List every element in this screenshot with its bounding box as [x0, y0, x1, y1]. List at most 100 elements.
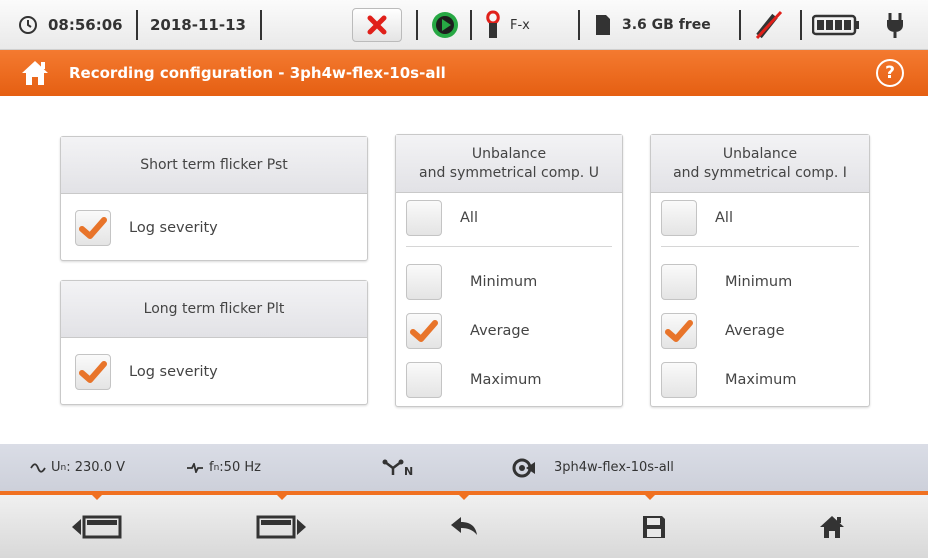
- previous-screen-button[interactable]: [36, 495, 156, 558]
- help-button[interactable]: ?: [876, 59, 904, 87]
- clamp-icon: [484, 0, 502, 50]
- checkbox-label: All: [715, 210, 733, 226]
- page-title: Recording configuration - 3ph4w-flex-10s…: [69, 64, 446, 82]
- separator: [739, 10, 741, 40]
- checkbox-label: Log severity: [129, 220, 218, 236]
- config-name: 3ph4w-flex-10s-all: [554, 460, 674, 475]
- panel-title-line2: and symmetrical comp. U: [419, 164, 599, 181]
- option-row[interactable]: Average: [661, 313, 785, 349]
- nominal-frequency: f n:50 Hz: [186, 444, 261, 491]
- panel-unbalance-u: Unbalance and symmetrical comp. U All Mi…: [395, 134, 623, 407]
- sine-wave-icon: [30, 462, 46, 473]
- bottom-toolbar: [0, 495, 928, 558]
- panel-plt: Long term flicker Plt Log severity: [60, 280, 368, 405]
- stop-recording-icon: [367, 15, 387, 35]
- time-display: 08:56:06: [48, 16, 123, 34]
- checkbox-average-i[interactable]: [661, 313, 697, 349]
- separator: [416, 10, 418, 40]
- memory-card-icon: [594, 0, 612, 50]
- nominal-voltage: Un: 230.0 V: [30, 444, 125, 491]
- checkbox-log-severity-pst[interactable]: [75, 210, 111, 246]
- clamp-type-label: F-x: [510, 17, 530, 33]
- checkmark-icon: [410, 320, 438, 342]
- separator: [578, 10, 580, 40]
- checkbox-label: Average: [725, 323, 785, 339]
- record-start-icon: [430, 0, 460, 50]
- un-symbol: U: [51, 460, 61, 475]
- home-icon: [820, 515, 844, 538]
- info-bar: Un: 230.0 V f n:50 Hz N 3ph4w-flex-10s-al…: [0, 444, 928, 491]
- separator: [260, 10, 262, 40]
- checkbox-minimum-i[interactable]: [661, 264, 697, 300]
- checkbox-average-u[interactable]: [406, 313, 442, 349]
- divider: [661, 246, 859, 247]
- battery-icon: [812, 0, 860, 50]
- next-screen-button[interactable]: [222, 495, 342, 558]
- home-icon[interactable]: [20, 59, 50, 91]
- save-icon: [643, 515, 665, 538]
- checkbox-maximum-u[interactable]: [406, 362, 442, 398]
- option-row[interactable]: Maximum: [406, 362, 541, 398]
- un-value: : 230.0 V: [66, 460, 125, 475]
- checkbox-minimum-u[interactable]: [406, 264, 442, 300]
- panel-title-line2: and symmetrical comp. I: [673, 164, 847, 181]
- frequency-icon: [187, 462, 203, 473]
- no-signal-icon: [753, 0, 785, 50]
- toolbar-tick: [459, 495, 469, 500]
- title-bar: Recording configuration - 3ph4w-flex-10s…: [0, 50, 928, 96]
- toolbar-tick: [92, 495, 102, 500]
- panel-unbalance-i: Unbalance and symmetrical comp. I All Mi…: [650, 134, 870, 407]
- fn-value: :50 Hz: [219, 460, 261, 475]
- back-button[interactable]: [404, 495, 524, 558]
- option-row[interactable]: Minimum: [661, 264, 792, 300]
- option-row[interactable]: All: [406, 200, 478, 236]
- panel-title: Unbalance and symmetrical comp. I: [651, 135, 869, 193]
- checkbox-label: All: [460, 210, 478, 226]
- network-type: N: [382, 444, 413, 491]
- memory-free-label: 3.6 GB free: [622, 17, 711, 33]
- config-gear-icon: [512, 458, 535, 477]
- option-row[interactable]: Average: [406, 313, 530, 349]
- clock-icon: [18, 0, 38, 50]
- option-row[interactable]: All: [661, 200, 733, 236]
- panel-title-line1: Unbalance: [722, 145, 798, 162]
- help-icon: ?: [885, 63, 895, 83]
- network-subscript: N: [404, 465, 414, 478]
- separator: [136, 10, 138, 40]
- previous-screen-icon: [72, 515, 122, 538]
- checkbox-all-u[interactable]: [406, 200, 442, 236]
- stop-recording-button[interactable]: [352, 8, 402, 42]
- power-plug-icon: [884, 0, 906, 50]
- checkbox-label: Minimum: [470, 274, 538, 290]
- network-star-icon: [382, 459, 404, 475]
- checkbox-label: Maximum: [470, 372, 542, 388]
- checkmark-icon: [79, 361, 107, 383]
- option-row[interactable]: Maximum: [661, 362, 796, 398]
- toolbar-tick: [645, 495, 655, 500]
- status-bar: 08:56:06 2018-11-13 F-x 3.6 GB free: [0, 0, 928, 50]
- checkbox-log-severity-plt[interactable]: [75, 354, 111, 390]
- checkbox-label: Average: [470, 323, 530, 339]
- panel-title: Short term flicker Pst: [61, 137, 367, 194]
- next-screen-icon: [256, 515, 306, 538]
- checkbox-all-i[interactable]: [661, 200, 697, 236]
- back-icon: [451, 516, 477, 535]
- checkbox-maximum-i[interactable]: [661, 362, 697, 398]
- panel-title: Long term flicker Plt: [61, 281, 367, 338]
- config-info: 3ph4w-flex-10s-all: [512, 444, 674, 491]
- option-row[interactable]: Minimum: [406, 264, 537, 300]
- toolbar-tick: [277, 495, 287, 500]
- panel-title-line1: Unbalance: [471, 145, 547, 162]
- checkbox-label: Log severity: [129, 364, 218, 380]
- separator: [470, 10, 472, 40]
- save-button[interactable]: [594, 495, 714, 558]
- checkmark-icon: [665, 320, 693, 342]
- option-row[interactable]: Log severity: [75, 210, 218, 246]
- home-button[interactable]: [772, 495, 892, 558]
- checkbox-label: Minimum: [725, 274, 793, 290]
- divider: [406, 246, 612, 247]
- checkmark-icon: [79, 217, 107, 239]
- checkbox-label: Maximum: [725, 372, 797, 388]
- separator: [800, 10, 802, 40]
- option-row[interactable]: Log severity: [75, 354, 218, 390]
